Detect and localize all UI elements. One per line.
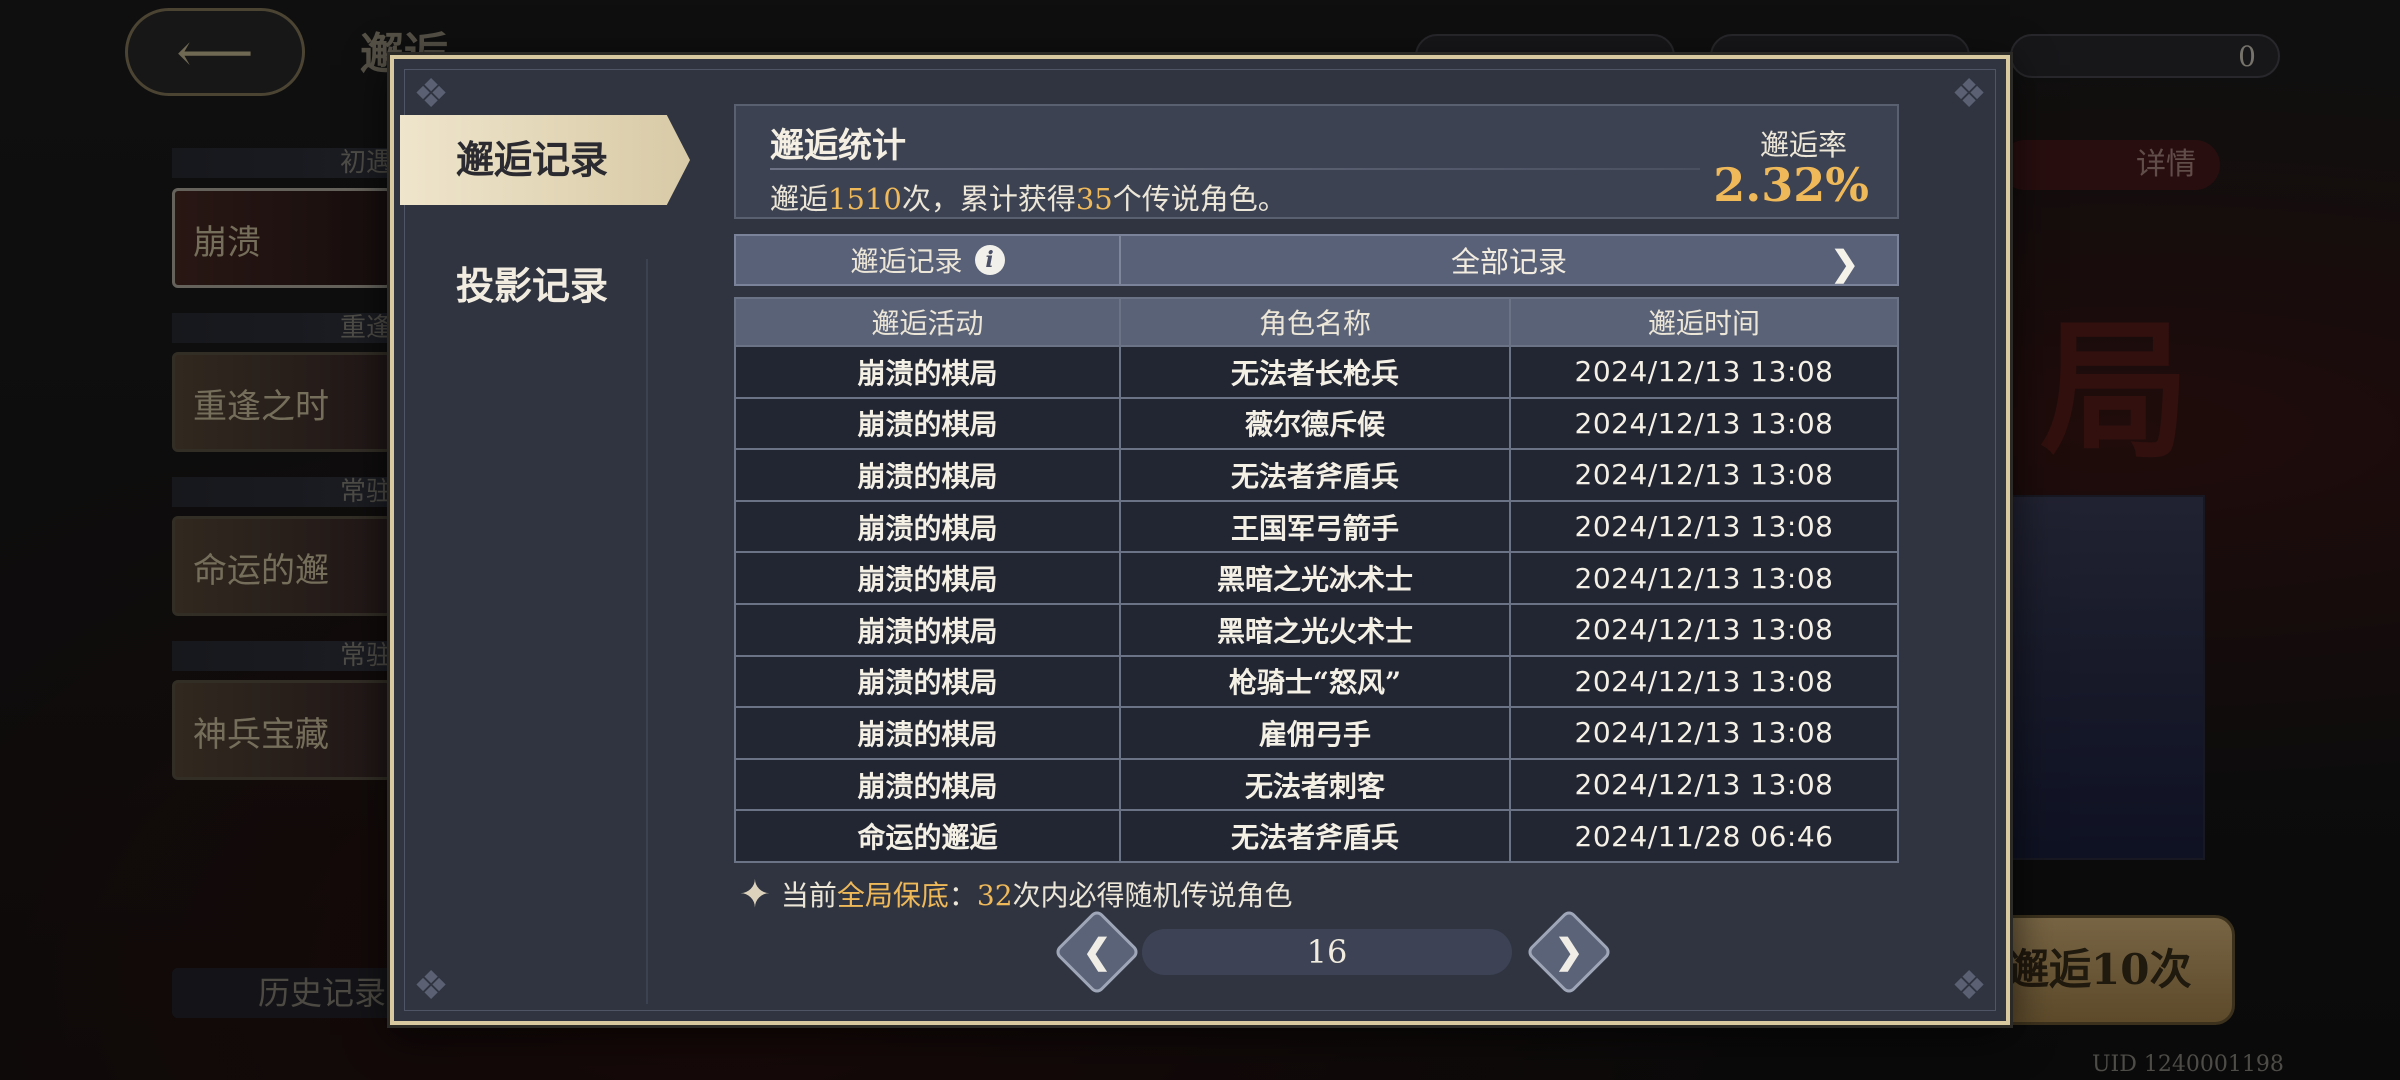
- pity-suffix: 次内必得随机传说角色: [1012, 879, 1293, 912]
- table-row: 崩溃的棋局 无法者长枪兵 2024/12/13 13:08: [734, 345, 1899, 399]
- chevron-left-icon: ❮: [1082, 932, 1112, 972]
- table-row: 命运的邂逅 无法者斧盾兵 2024/11/28 06:46: [734, 809, 1899, 863]
- stats-desc-prefix: 邂逅: [770, 182, 829, 216]
- prev-page-button[interactable]: ❮: [1053, 908, 1141, 996]
- table-header-row: 邂逅活动 角色名称 邂逅时间: [734, 297, 1899, 347]
- stats-description: 邂逅1510次，累计获得35个传说角色。: [770, 176, 1287, 218]
- activity-cell: 崩溃的棋局: [734, 757, 1121, 812]
- time-cell: 2024/12/13 13:08: [1509, 396, 1899, 451]
- time-cell: 2024/12/13 13:08: [1509, 654, 1899, 709]
- time-cell: 2024/12/13 13:08: [1509, 551, 1899, 605]
- pity-text: 当前全局保底：32次内必得随机传说角色: [781, 874, 1293, 914]
- character-cell: 无法者长枪兵: [1119, 345, 1511, 399]
- corner-ornament-icon: ❖: [1951, 963, 1987, 1009]
- tab-divider: [646, 259, 648, 1004]
- encounter-records-table: 邂逅活动 角色名称 邂逅时间 崩溃的棋局 无法者长枪兵 2024/12/13 13:…: [734, 297, 1899, 863]
- activity-cell: 崩溃的棋局: [734, 345, 1121, 399]
- time-cell: 2024/12/13 13:08: [1509, 602, 1899, 657]
- encounter-count: 1510: [828, 182, 902, 216]
- record-tabs: 邂逅记录 投影记录: [400, 115, 700, 331]
- corner-ornament-icon: ❖: [413, 963, 449, 1009]
- table-row: 崩溃的棋局 无法者斧盾兵 2024/12/13 13:08: [734, 448, 1899, 502]
- activity-cell: 崩溃的棋局: [734, 551, 1121, 605]
- character-cell: 薇尔德斥候: [1119, 396, 1511, 451]
- character-cell: 雇佣弓手: [1119, 706, 1511, 760]
- pity-count: 32: [976, 879, 1013, 912]
- filter-label-text: 邂逅记录: [850, 245, 963, 278]
- header-activity: 邂逅活动: [734, 297, 1121, 347]
- character-cell: 无法者刺客: [1119, 757, 1511, 812]
- table-row: 崩溃的棋局 王国军弓箭手 2024/12/13 13:08: [734, 499, 1899, 554]
- info-icon[interactable]: i: [974, 245, 1005, 275]
- record-filter-bar: 邂逅记录 i 全部记录 ❯: [734, 234, 1899, 286]
- corner-ornament-icon: ❖: [1951, 71, 1987, 117]
- page-number: 16: [1142, 929, 1512, 975]
- time-cell: 2024/12/13 13:08: [1509, 345, 1899, 399]
- pity-prefix: 当前: [780, 879, 837, 912]
- table-row: 崩溃的棋局 薇尔德斥候 2024/12/13 13:08: [734, 396, 1899, 451]
- time-cell: 2024/12/13 13:08: [1509, 448, 1899, 502]
- chevron-right-icon: ❯: [1554, 932, 1584, 972]
- character-cell: 无法者斧盾兵: [1119, 809, 1511, 863]
- header-character: 角色名称: [1119, 297, 1511, 347]
- character-cell: 无法者斧盾兵: [1119, 448, 1511, 502]
- stats-desc-suffix: 个传说角色。: [1112, 182, 1287, 216]
- table-row: 崩溃的棋局 黑暗之光火术士 2024/12/13 13:08: [734, 602, 1899, 657]
- filter-value: 全部记录: [1450, 245, 1567, 279]
- header-time: 邂逅时间: [1509, 297, 1899, 347]
- sparkle-icon: ✦: [739, 872, 771, 916]
- stats-desc-mid: 次，累计获得: [901, 182, 1076, 216]
- character-cell: 黑暗之光冰术士: [1119, 551, 1511, 605]
- time-cell: 2024/11/28 06:46: [1509, 809, 1899, 863]
- next-page-button[interactable]: ❯: [1525, 908, 1613, 996]
- activity-cell: 崩溃的棋局: [734, 396, 1121, 451]
- activity-cell: 崩溃的棋局: [734, 448, 1121, 502]
- filter-dropdown[interactable]: 全部记录 ❯: [1121, 236, 1897, 284]
- rate-value: 2.32%: [1713, 158, 1869, 212]
- activity-cell: 崩溃的棋局: [734, 499, 1121, 554]
- table-row: 崩溃的棋局 枪骑士“怒风” 2024/12/13 13:08: [734, 654, 1899, 709]
- character-cell: 王国军弓箭手: [1119, 499, 1511, 554]
- encounter-record-modal: ❖ ❖ ❖ ❖ 邂逅记录 投影记录 邂逅统计 邂逅1510次，累计获得35个传说…: [390, 55, 2010, 1025]
- chevron-right-icon: ❯: [1830, 244, 1860, 284]
- activity-cell: 命运的邂逅: [734, 809, 1121, 863]
- table-row: 崩溃的棋局 黑暗之光冰术士 2024/12/13 13:08: [734, 551, 1899, 605]
- character-cell: 黑暗之光火术士: [1119, 602, 1511, 657]
- filter-label: 邂逅记录 i: [736, 236, 1121, 284]
- tab-encounter-records[interactable]: 邂逅记录: [400, 115, 690, 205]
- pity-highlight: 全局保底: [836, 879, 949, 912]
- table-row: 崩溃的棋局 雇佣弓手 2024/12/13 13:08: [734, 706, 1899, 760]
- legend-count: 35: [1075, 182, 1113, 216]
- time-cell: 2024/12/13 13:08: [1509, 706, 1899, 760]
- activity-cell: 崩溃的棋局: [734, 602, 1121, 657]
- stats-title: 邂逅统计: [770, 126, 906, 166]
- time-cell: 2024/12/13 13:08: [1509, 757, 1899, 812]
- corner-ornament-icon: ❖: [413, 71, 449, 117]
- pity-colon: ：: [948, 879, 977, 912]
- character-cell: 枪骑士“怒风”: [1119, 654, 1511, 709]
- stats-divider: [770, 168, 1700, 170]
- pagination: ❮ 16 ❯: [1053, 908, 1613, 996]
- pity-info: ✦ 当前全局保底：32次内必得随机传说角色: [739, 874, 1293, 914]
- activity-cell: 崩溃的棋局: [734, 654, 1121, 709]
- time-cell: 2024/12/13 13:08: [1509, 499, 1899, 554]
- activity-cell: 崩溃的棋局: [734, 706, 1121, 760]
- encounter-stats-panel: 邂逅统计 邂逅1510次，累计获得35个传说角色。 邂逅率 2.32%: [734, 104, 1899, 219]
- table-row: 崩溃的棋局 无法者刺客 2024/12/13 13:08: [734, 757, 1899, 812]
